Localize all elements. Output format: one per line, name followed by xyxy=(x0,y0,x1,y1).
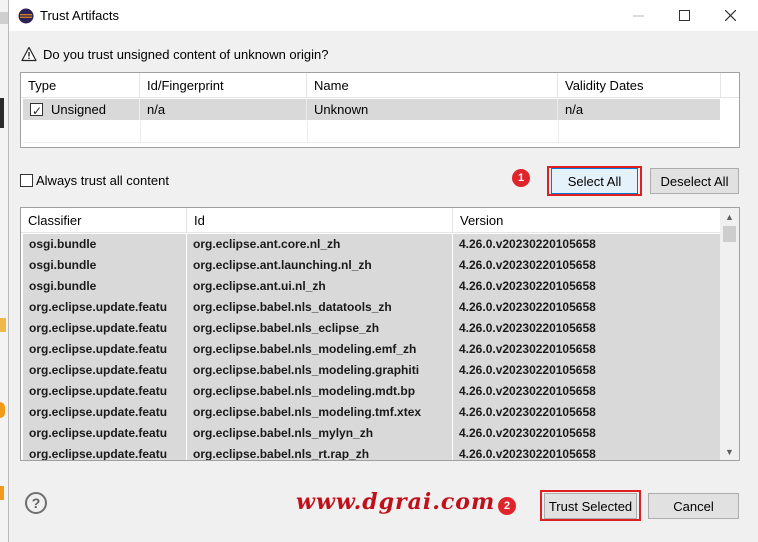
version-cell: 4.26.0.v20230220105658 xyxy=(459,363,596,377)
artifacts-table: Classifier Id Version osgi.bundle org.ecl… xyxy=(20,207,740,461)
version-cell: 4.26.0.v20230220105658 xyxy=(459,279,596,293)
annotation-badge-2: 2 xyxy=(498,497,516,515)
column-header-id-fingerprint[interactable]: Id/Fingerprint xyxy=(140,73,307,98)
id-cell: org.eclipse.babel.nls_eclipse_zh xyxy=(187,318,453,339)
scroll-up-icon[interactable]: ▲ xyxy=(720,208,739,225)
classifier-cell: osgi.bundle xyxy=(23,255,187,276)
id-cell: org.eclipse.babel.nls_rt.rap_zh xyxy=(187,444,453,460)
question-text: Do you trust unsigned content of unknown… xyxy=(43,46,329,62)
background-mark xyxy=(0,402,5,418)
table-row[interactable]: osgi.bundle org.eclipse.ant.launching.nl_… xyxy=(23,255,720,276)
signer-table-header: Type Id/Fingerprint Name Validity Dates xyxy=(21,73,739,98)
version-cell: 4.26.0.v20230220105658 xyxy=(459,405,596,419)
always-trust-row[interactable]: Always trust all content xyxy=(20,173,169,188)
classifier-cell: org.eclipse.update.featu xyxy=(23,318,187,339)
signer-table: Type Id/Fingerprint Name Validity Dates … xyxy=(20,72,740,148)
unsigned-checkbox[interactable] xyxy=(30,101,43,120)
trust-selected-button[interactable]: Trust Selected xyxy=(544,493,637,519)
select-all-button[interactable]: Select All xyxy=(551,168,638,194)
version-cell: 4.26.0.v20230220105658 xyxy=(459,342,596,356)
classifier-cell: org.eclipse.update.featu xyxy=(23,423,187,444)
table-row[interactable]: org.eclipse.update.featu org.eclipse.babe… xyxy=(23,444,720,461)
artifacts-table-header: Classifier Id Version xyxy=(21,208,721,233)
trust-artifacts-dialog: Trust Artifacts Do you trust unsigned co… xyxy=(8,0,758,542)
signer-type-cell: Unsigned xyxy=(23,99,140,120)
background-mark xyxy=(0,98,4,128)
classifier-cell: org.eclipse.update.featu xyxy=(23,297,187,318)
artifacts-rows: osgi.bundle org.eclipse.ant.core.nl_zh 4.2… xyxy=(23,234,720,461)
id-cell: org.eclipse.babel.nls_datatools_zh xyxy=(187,297,453,318)
always-trust-label: Always trust all content xyxy=(36,173,169,188)
classifier-cell: org.eclipse.update.featu xyxy=(23,360,187,381)
trust-question: Do you trust unsigned content of unknown… xyxy=(21,46,328,62)
minimize-icon[interactable] xyxy=(615,0,661,31)
classifier-cell: org.eclipse.update.featu xyxy=(23,339,187,360)
table-row[interactable]: org.eclipse.update.featu org.eclipse.babe… xyxy=(23,318,720,339)
id-cell: org.eclipse.babel.nls_modeling.emf_zh xyxy=(187,339,453,360)
signer-validity-cell: n/a xyxy=(565,102,584,117)
column-header-type[interactable]: Type xyxy=(21,73,140,98)
id-cell: org.eclipse.ant.ui.nl_zh xyxy=(187,276,453,297)
version-cell: 4.26.0.v20230220105658 xyxy=(459,426,596,440)
always-trust-checkbox[interactable] xyxy=(20,174,33,187)
help-icon[interactable]: ? xyxy=(25,492,47,514)
column-header-validity-dates[interactable]: Validity Dates xyxy=(558,73,721,98)
maximize-icon[interactable] xyxy=(661,0,707,31)
column-header-id[interactable]: Id xyxy=(187,208,453,233)
annotation-badge-1: 1 xyxy=(512,169,530,187)
classifier-cell: osgi.bundle xyxy=(23,234,187,255)
column-header-name[interactable]: Name xyxy=(307,73,558,98)
cancel-button[interactable]: Cancel xyxy=(648,493,739,519)
classifier-cell: org.eclipse.update.featu xyxy=(23,381,187,402)
table-row[interactable]: org.eclipse.update.featu org.eclipse.babe… xyxy=(23,339,720,360)
version-cell: 4.26.0.v20230220105658 xyxy=(459,447,596,461)
version-cell: 4.26.0.v20230220105658 xyxy=(459,237,596,251)
table-row[interactable]: org.eclipse.update.featu org.eclipse.babe… xyxy=(23,381,720,402)
watermark-text: www.dgrai.com xyxy=(296,489,496,515)
table-row[interactable]: org.eclipse.update.featu org.eclipse.babe… xyxy=(23,423,720,444)
background-mark xyxy=(0,318,6,332)
table-row[interactable]: osgi.bundle org.eclipse.ant.ui.nl_zh 4.26.… xyxy=(23,276,720,297)
signer-empty-row xyxy=(23,121,720,143)
eclipse-logo-icon xyxy=(18,8,34,24)
table-row[interactable]: osgi.bundle org.eclipse.ant.core.nl_zh 4.2… xyxy=(23,234,720,255)
classifier-cell: osgi.bundle xyxy=(23,276,187,297)
id-cell: org.eclipse.babel.nls_modeling.graphiti xyxy=(187,360,453,381)
background-mark xyxy=(0,486,4,500)
id-cell: org.eclipse.ant.launching.nl_zh xyxy=(187,255,453,276)
id-cell: org.eclipse.babel.nls_mylyn_zh xyxy=(187,423,453,444)
table-row[interactable]: org.eclipse.update.featu org.eclipse.babe… xyxy=(23,360,720,381)
table-row[interactable]: org.eclipse.update.featu org.eclipse.babe… xyxy=(23,297,720,318)
deselect-all-button[interactable]: Deselect All xyxy=(650,168,739,194)
id-cell: org.eclipse.babel.nls_modeling.mdt.bp xyxy=(187,381,453,402)
classifier-cell: org.eclipse.update.featu xyxy=(23,402,187,423)
table-row[interactable]: org.eclipse.update.featu org.eclipse.babe… xyxy=(23,402,720,423)
version-cell: 4.26.0.v20230220105658 xyxy=(459,300,596,314)
version-cell: 4.26.0.v20230220105658 xyxy=(459,258,596,272)
signer-row-unsigned[interactable]: Unsigned n/a Unknown n/a xyxy=(23,99,720,120)
signer-id-cell: n/a xyxy=(140,99,307,120)
classifier-cell: org.eclipse.update.featu xyxy=(23,444,187,460)
id-cell: org.eclipse.babel.nls_modeling.tmf.xtex xyxy=(187,402,453,423)
column-header-version[interactable]: Version xyxy=(453,208,721,233)
version-cell: 4.26.0.v20230220105658 xyxy=(459,321,596,335)
scroll-thumb[interactable] xyxy=(723,226,736,242)
version-cell: 4.26.0.v20230220105658 xyxy=(459,384,596,398)
column-header-classifier[interactable]: Classifier xyxy=(21,208,187,233)
window-title: Trust Artifacts xyxy=(40,8,119,23)
signer-name-cell: Unknown xyxy=(307,99,558,120)
artifacts-scrollbar[interactable]: ▲ ▼ xyxy=(720,208,739,460)
signer-type-text: Unsigned xyxy=(51,102,106,117)
title-bar: Trust Artifacts xyxy=(9,0,758,31)
background-mark xyxy=(0,12,8,24)
close-icon[interactable] xyxy=(707,0,753,31)
warning-icon xyxy=(21,46,37,62)
scroll-down-icon[interactable]: ▼ xyxy=(720,443,739,460)
id-cell: org.eclipse.ant.core.nl_zh xyxy=(187,234,453,255)
